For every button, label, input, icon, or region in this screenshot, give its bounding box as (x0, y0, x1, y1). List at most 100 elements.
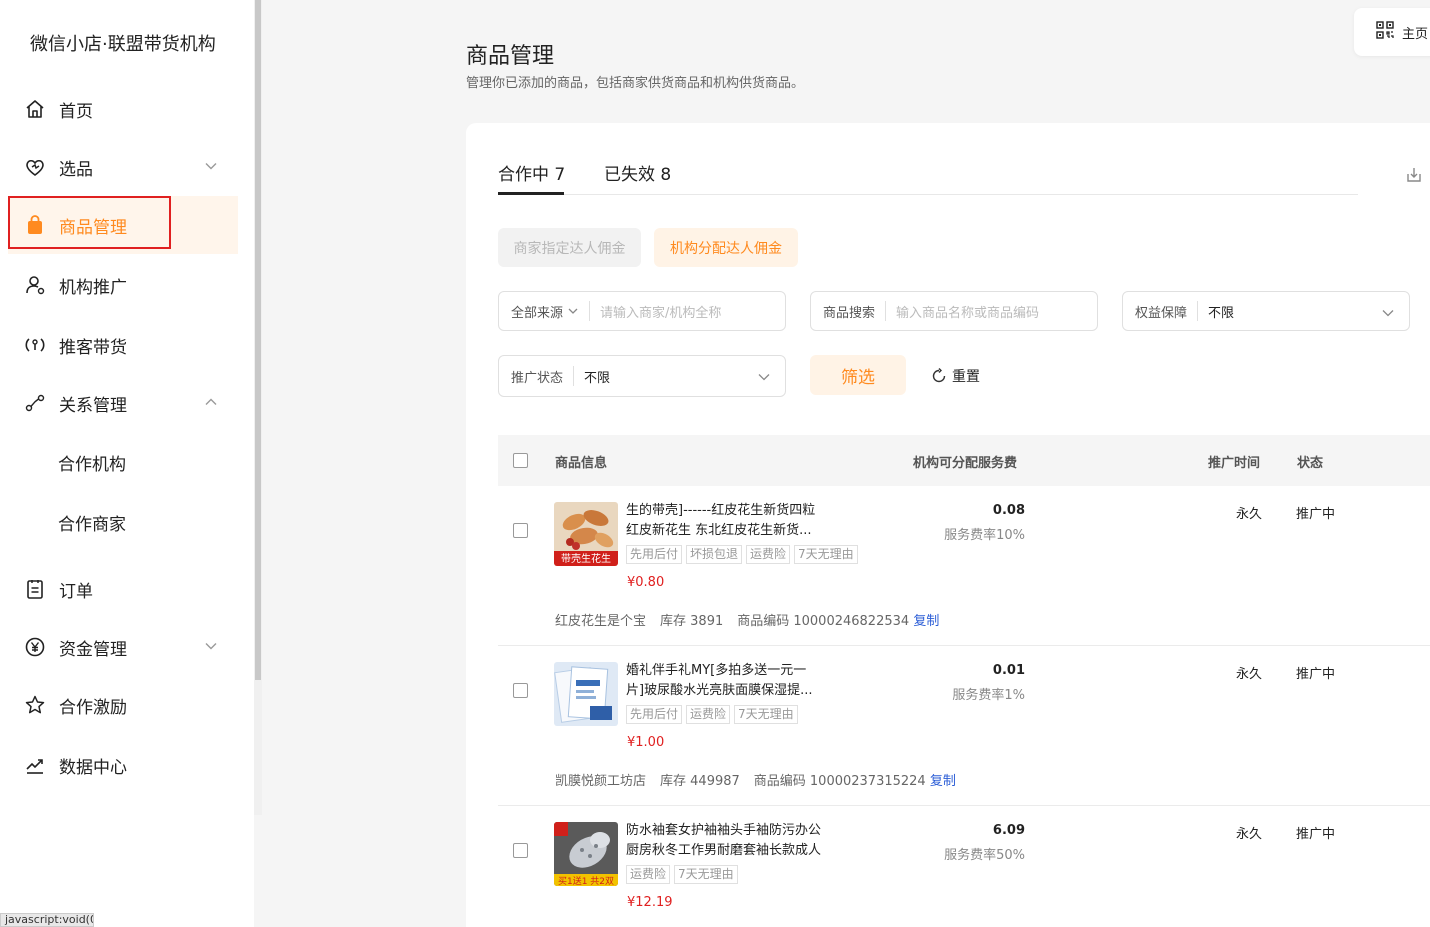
shop-name: 凯膜悦颜工坊店 (555, 774, 647, 789)
product-search-label: 商品搜索 (823, 305, 876, 321)
chevron-down-icon[interactable] (567, 305, 579, 317)
qr-code-icon (1376, 21, 1394, 43)
product-thumbnail[interactable]: 买1送1 共2双 (554, 822, 618, 886)
nav-home-label: 首页 (59, 101, 93, 122)
product-title[interactable]: 生的带壳]------红皮花生新货四粒 红皮新花生 东北红皮花生新货... (626, 501, 836, 541)
promotion-status: 推广中 (1296, 827, 1336, 842)
nav-orders[interactable]: 订单 (8, 560, 238, 618)
promotion-status-filter[interactable]: 推广状态 不限 (498, 355, 786, 397)
source-select[interactable]: 全部来源 (499, 302, 563, 321)
select-all-checkbox[interactable] (513, 453, 528, 468)
sub-nav-partner-agency[interactable]: 合作机构 (58, 450, 126, 475)
relation-icon (23, 391, 47, 415)
page-description: 管理你已添加的商品，包括商家供货商品和机构供货商品。 (466, 76, 805, 91)
row-checkbox[interactable] (513, 843, 528, 858)
service-tag: 先用后付 (626, 545, 683, 564)
nav-relation-management[interactable]: 关系管理 (8, 374, 238, 432)
product-title-line: 红皮新花生 东北红皮花生新货... (626, 523, 812, 538)
separator (885, 301, 887, 321)
promotion-status-value[interactable]: 不限 (584, 367, 610, 386)
home-button[interactable]: 主页 (1354, 8, 1430, 56)
nav-home[interactable]: 首页 (8, 80, 238, 138)
agency-commission-button[interactable]: 机构分配达人佣金 (654, 228, 798, 267)
merchant-commission-button[interactable]: 商家指定达人佣金 (498, 228, 641, 267)
service-fee: 6.09 (992, 823, 1025, 838)
product-title[interactable]: 防水袖套女护袖袖头手袖防污办公 厨房秋冬工作男耐磨套袖长款成人 (626, 821, 836, 861)
product-meta: 红皮花生是个宝 库存 3891 商品编码 10000246822534 复制 (555, 610, 939, 629)
user-promote-icon (23, 273, 47, 297)
source-filter[interactable]: 全部来源 请输入商家/机构全称 (498, 291, 786, 331)
chevron-down-icon[interactable] (204, 638, 218, 657)
product-title-line: 防水袖套女护袖袖头手袖防污办公 (626, 823, 822, 838)
tab-cooperating[interactable]: 合作中 7 (498, 160, 565, 185)
promotion-status: 推广中 (1296, 667, 1336, 682)
nav-promoter-sales[interactable]: 推客带货 (8, 316, 238, 374)
source-input[interactable]: 请输入商家/机构全称 (600, 302, 721, 321)
product-search-field[interactable]: 商品搜索 输入商品名称或商品编码 (810, 291, 1098, 331)
header-promotion-time: 推广时间 (1208, 456, 1261, 471)
chevron-down-icon[interactable] (204, 158, 218, 177)
tab-expired[interactable]: 已失效 8 (604, 160, 671, 185)
nav-product-management-label: 商品管理 (59, 217, 127, 238)
service-rate: 服务费率50% (944, 848, 1025, 863)
service-tags: 先用后付 坏损包退 运费险 7天无理由 (626, 545, 858, 564)
service-tags: 先用后付 运费险 7天无理由 (626, 705, 798, 724)
rights-label: 权益保障 (1135, 305, 1188, 321)
sub-nav-partner-merchant[interactable]: 合作商家 (58, 510, 126, 535)
yuan-icon (23, 635, 47, 659)
nav-agency-promotion-label: 机构推广 (59, 277, 127, 298)
product-title[interactable]: 婚礼伴手礼MY[多拍多送一元一 片]玻尿酸水光亮肤面膜保湿提... (626, 661, 836, 701)
service-tag: 运费险 (686, 705, 731, 724)
service-tags: 运费险 7天无理由 (626, 865, 738, 884)
service-tag: 7天无理由 (734, 705, 798, 724)
separator (589, 301, 591, 321)
home-button-label: 主页 (1402, 26, 1429, 42)
product-title-line: 生的带壳]------红皮花生新货四粒 (626, 503, 816, 518)
product-search-input[interactable]: 输入商品名称或商品编码 (896, 302, 1039, 321)
service-tag: 7天无理由 (794, 545, 858, 564)
service-tag: 运费险 (746, 545, 791, 564)
nav-selection[interactable]: 选品 (8, 138, 238, 196)
product-meta: 凯膜悦颜工坊店 库存 449987 商品编码 10000237315224 复制 (555, 770, 956, 789)
chevron-down-icon[interactable] (1381, 306, 1395, 324)
thumbnail-caption: 带壳生花生 (561, 552, 611, 565)
row-divider (498, 805, 1430, 806)
nav-data-center-label: 数据中心 (59, 757, 127, 778)
promotion-time: 永久 (1236, 507, 1263, 522)
product-thumbnail[interactable]: 带壳生花生 (554, 502, 618, 566)
separator (1197, 301, 1199, 321)
service-tag: 坏损包退 (686, 545, 743, 564)
nav-fund-management-label: 资金管理 (59, 639, 127, 660)
nav-data-center[interactable]: 数据中心 (8, 736, 238, 794)
row-checkbox[interactable] (513, 523, 528, 538)
row-checkbox[interactable] (513, 683, 528, 698)
rights-filter[interactable]: 权益保障 不限 (1122, 291, 1410, 331)
product-code: 商品编码 10000237315224 (753, 774, 926, 789)
promotion-time: 永久 (1236, 827, 1263, 842)
service-tag: 运费险 (626, 865, 671, 884)
product-thumbnail[interactable] (554, 662, 618, 726)
reset-button[interactable]: 重置 (930, 366, 980, 386)
copy-code-button[interactable]: 复制 (913, 614, 939, 629)
nav-product-management[interactable]: 商品管理 (8, 196, 238, 254)
product-code: 商品编码 10000246822534 (737, 614, 910, 629)
home-icon (23, 97, 47, 121)
header-status: 状态 (1297, 456, 1324, 471)
sidebar-scrollbar-thumb[interactable] (255, 0, 261, 680)
nav-cooperation-incentive[interactable]: 合作激励 (8, 676, 238, 734)
chevron-down-icon[interactable] (757, 370, 771, 388)
filter-button[interactable]: 筛选 (810, 355, 906, 395)
export-icon[interactable] (1405, 166, 1423, 188)
stock-count: 库存 449987 (660, 774, 740, 789)
nav-fund-management[interactable]: 资金管理 (8, 618, 238, 676)
service-fee: 0.08 (992, 503, 1025, 518)
heart-tag-icon (23, 155, 47, 179)
nav-agency-promotion[interactable]: 机构推广 (8, 256, 238, 314)
tab-active-indicator (498, 192, 564, 195)
star-icon (23, 693, 47, 717)
rights-value[interactable]: 不限 (1208, 302, 1234, 321)
brand-title: 微信小店·联盟带货机构 (30, 34, 216, 55)
chevron-up-icon[interactable] (204, 394, 218, 413)
row-divider (498, 645, 1430, 646)
copy-code-button[interactable]: 复制 (930, 774, 956, 789)
